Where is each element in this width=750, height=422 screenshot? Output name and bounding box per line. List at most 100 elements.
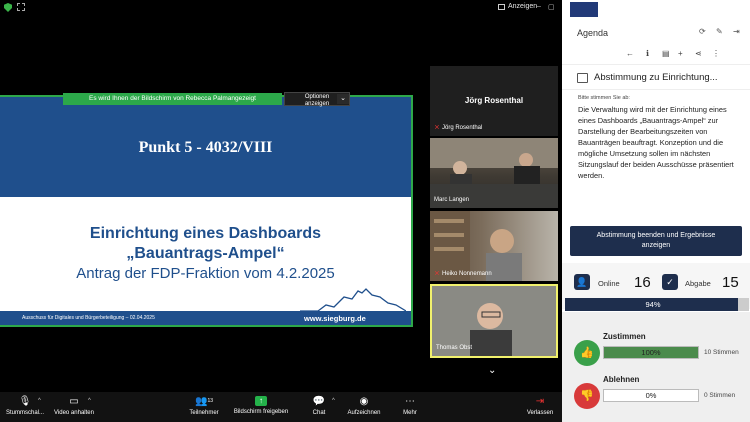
participant-name: Marc Langen [434, 197, 470, 203]
end-vote-label-line2: anzeigen [641, 242, 671, 249]
thumbs-up-icon[interactable]: 👍 [574, 340, 600, 366]
shared-screen: Punkt 5 - 4032/VIII Einrichtung eines Da… [0, 95, 413, 327]
option-reject-label: Ablehnen [603, 375, 640, 384]
record-label: Aufzeichnen [347, 410, 381, 416]
zoom-topbar: Anzeigen – ▢ [0, 0, 562, 16]
participant-label: ⨯ Jörg Rosenthal [434, 124, 482, 131]
slide-footer-text: Ausschuss für Digitales und Bürgerbeteil… [22, 315, 155, 321]
participant-label: ⨯ Heiko Nonnemann [434, 270, 492, 277]
participant-name: Heiko Nonnemann [442, 270, 492, 277]
participant-tile[interactable]: Marc Langen [430, 138, 558, 208]
participants-label: Teilnehmer [189, 410, 219, 416]
person-icon: 👤 [574, 274, 590, 290]
online-label: Online [598, 279, 620, 288]
vote-description: Die Verwaltung wird mit der Einrichtung … [578, 105, 734, 180]
participants-count: 13 [207, 398, 214, 404]
panel-title: Agenda [577, 28, 609, 38]
video-camera-icon: ▭ [69, 395, 79, 407]
option-approve-bar: 100% [603, 346, 699, 359]
participation-progress: 94% [565, 298, 749, 311]
panel-header: Agenda ⟳ ✎ ⇥ [562, 20, 750, 46]
agenda-panel: Agenda ⟳ ✎ ⇥ ← ℹ ▤ + ⋖ ⋮ Abstimmung zu E… [562, 0, 750, 422]
maximize-icon[interactable]: ▢ [548, 3, 555, 11]
option-reject-percent: 0% [645, 391, 657, 400]
option-approve-percent: 100% [641, 348, 661, 357]
view-label: Anzeigen [508, 3, 538, 10]
zoom-window: Anzeigen – ▢ Punkt 5 - 4032/VIII Einrich… [0, 0, 562, 422]
slide-footer: Ausschuss für Digitales und Bürgerbeteil… [0, 311, 411, 325]
grid-icon [498, 3, 505, 10]
submitted-count: 15 [722, 274, 739, 291]
vote-prompt: Bitte stimmen Sie ab: [578, 95, 630, 101]
share-label: Bildschirm freigeben [233, 409, 289, 415]
slide-heading-line1: Einrichtung eines Dashboards [89, 225, 322, 242]
more-button[interactable]: ⋯ Mehr [398, 392, 422, 422]
end-vote-button[interactable]: Abstimmung beenden und Ergebnisse anzeig… [570, 226, 742, 256]
participants-button[interactable]: 👥 13 Teilnehmer [184, 392, 224, 422]
participant-label: Marc Langen [434, 197, 469, 203]
more-label: Mehr [403, 410, 417, 416]
participant-name-large: Jörg Rosenthal [464, 96, 524, 105]
exit-door-icon: ⇥ [535, 395, 545, 407]
online-count: 16 [634, 274, 651, 291]
record-icon: ◉ [359, 395, 369, 407]
fullscreen-icon[interactable] [17, 3, 25, 11]
mute-button[interactable]: 🎙 Stummschal... [4, 392, 46, 422]
chevron-down-icon[interactable]: ⌄ [488, 365, 496, 376]
city-logo [570, 2, 598, 17]
mute-label: Stummschal... [5, 410, 44, 416]
participant-tile[interactable]: Jörg Rosenthal ⨯ Jörg Rosenthal [430, 66, 558, 136]
back-arrow-icon[interactable]: ← [626, 49, 634, 58]
microphone-icon: 🎙 [18, 395, 32, 407]
share-icon[interactable]: ⋖ [695, 49, 702, 58]
share-banner: Es wird Ihnen der Bildschirm von Rebecca… [63, 93, 282, 105]
option-reject-count: 0 Stimmen [704, 392, 736, 399]
slide-url: www.siegburg.de [304, 314, 366, 323]
ballot-box-icon [577, 73, 588, 83]
view-button[interactable]: Anzeigen [498, 3, 537, 10]
more-dots-icon: ⋯ [405, 395, 415, 407]
meeting-toolbar: 🎙 Stummschal... ^ ▭ Video anhalten ^ 👥 13… [0, 392, 562, 422]
participant-tile[interactable]: ⨯ Heiko Nonnemann [430, 211, 558, 281]
mic-muted-icon: ⨯ [434, 270, 440, 277]
chat-label: Chat [312, 410, 326, 416]
info-icon[interactable]: ℹ [646, 49, 649, 58]
vote-title: Abstimmung zu Einrichtung... [594, 72, 718, 83]
option-approve-label: Zustimmen [603, 332, 646, 341]
progress-label: 94% [645, 300, 661, 309]
edit-icon[interactable]: ✎ [716, 27, 723, 36]
exit-icon[interactable]: ⇥ [733, 27, 740, 36]
more-vertical-icon[interactable]: ⋮ [712, 49, 720, 58]
leave-label: Verlassen [526, 410, 554, 416]
checkmark-icon: ✓ [662, 274, 678, 290]
screen: Anzeigen – ▢ Punkt 5 - 4032/VIII Einrich… [0, 0, 750, 422]
video-button[interactable]: ▭ Video anhalten [50, 392, 98, 422]
participant-label: Thomas Obst [436, 345, 472, 351]
caret-up-icon[interactable]: ^ [38, 398, 41, 404]
video-label: Video anhalten [54, 410, 94, 416]
slide-heading: Einrichtung eines Dashboards „Bauantrags… [0, 224, 411, 264]
participant-name: Thomas Obst [436, 345, 473, 351]
vote-title-row: Abstimmung zu Einrichtung... [562, 64, 750, 90]
mic-muted-icon: ⨯ [434, 124, 440, 131]
panel-toolbar: ← ℹ ▤ + ⋖ ⋮ [562, 47, 750, 63]
caret-up-icon[interactable]: ^ [332, 398, 335, 404]
thumbs-down-icon[interactable]: 👎 [574, 383, 600, 409]
refresh-icon[interactable]: ⟳ [699, 27, 706, 36]
submitted-label: Abgabe [685, 279, 711, 288]
record-button[interactable]: ◉ Aufzeichnen [344, 392, 384, 422]
chat-bubble-icon: 💬 [312, 395, 326, 407]
security-shield-icon[interactable] [4, 3, 12, 12]
chat-button[interactable]: 💬 Chat [306, 392, 332, 422]
caret-up-icon[interactable]: ^ [88, 398, 91, 404]
leave-button[interactable]: ⇥ Verlassen [522, 392, 558, 422]
option-reject-bar: 0% [603, 389, 699, 402]
participant-tile-active-speaker[interactable]: Thomas Obst [430, 284, 558, 358]
share-screen-button[interactable]: ↑ Bildschirm freigeben [228, 392, 294, 422]
document-icon[interactable]: ▤ [662, 49, 670, 58]
end-vote-label-line1: Abstimmung beenden und Ergebnisse [596, 232, 716, 239]
vote-options: Zustimmen 👍 100% 10 Stimmen Ablehnen 👎 0… [562, 312, 750, 422]
minimize-icon[interactable]: – [537, 3, 541, 10]
add-icon[interactable]: + [678, 49, 683, 58]
chevron-down-icon[interactable]: ⌄ [337, 94, 349, 104]
